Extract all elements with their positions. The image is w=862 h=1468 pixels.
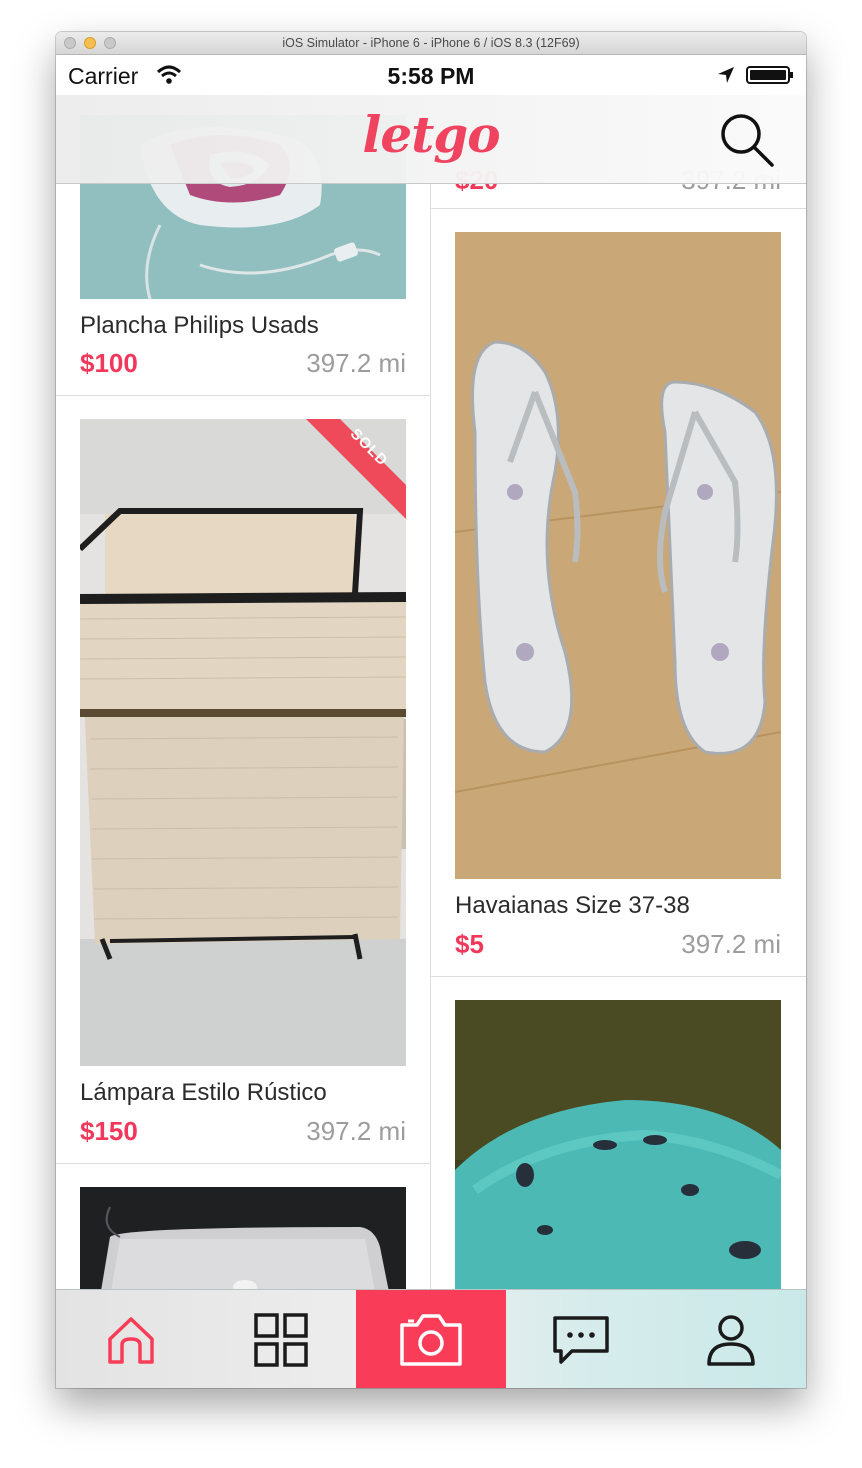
listing-title: Plancha Philips Usads [80, 312, 319, 339]
listing-title: Lámpara Estilo Rústico [80, 1079, 327, 1106]
person-icon [707, 1314, 755, 1366]
listing-photo-laptop[interactable] [80, 1187, 406, 1297]
row-separator [431, 976, 806, 977]
listing-price: $100 [80, 348, 138, 378]
listing-photo-helmet[interactable] [455, 1000, 781, 1300]
product-feed[interactable]: Plancha Philips Usads $100 397.2 mi SOLD… [56, 55, 806, 1388]
window-controls [64, 37, 116, 49]
window-title: iOS Simulator - iPhone 6 - iPhone 6 / iO… [282, 36, 580, 50]
chat-bubble-icon [553, 1315, 609, 1364]
listing-photo-lamp[interactable]: SOLD [80, 419, 406, 1066]
listing-price: $150 [80, 1116, 138, 1146]
tab-profile[interactable] [656, 1290, 806, 1388]
letgo-logo: letgo [362, 105, 500, 164]
zoom-window-button[interactable] [104, 37, 116, 49]
tab-bar [56, 1289, 806, 1388]
listing-distance: 397.2 mi [306, 348, 406, 378]
listing-distance: 397.2 mi [681, 929, 781, 959]
column-divider [430, 183, 431, 1293]
simulator-window: iOS Simulator - iPhone 6 - iPhone 6 / iO… [56, 32, 806, 1388]
tab-sell[interactable] [356, 1290, 506, 1388]
minimize-window-button[interactable] [84, 37, 96, 49]
status-time: 5:58 PM [387, 63, 475, 89]
row-separator [56, 395, 430, 396]
battery-icon [746, 66, 793, 84]
listing-distance: 397.2 mi [306, 1116, 406, 1146]
listing-price: $5 [455, 929, 484, 959]
row-separator [431, 208, 806, 209]
navigation-bar: letgo [56, 95, 806, 184]
row-separator [56, 1163, 430, 1164]
tab-chats[interactable] [506, 1290, 656, 1388]
tab-categories[interactable] [206, 1290, 356, 1388]
listing-photo-havaianas[interactable] [455, 232, 781, 879]
tab-home[interactable] [56, 1290, 206, 1388]
home-icon [108, 1316, 154, 1364]
close-window-button[interactable] [64, 37, 76, 49]
status-bar: Carrier 5:58 PM [56, 55, 806, 95]
search-icon[interactable] [718, 111, 774, 167]
listing-title: Havaianas Size 37-38 [455, 892, 690, 919]
location-arrow-icon [718, 67, 734, 83]
grid-icon [254, 1312, 308, 1367]
phone-screen: Plancha Philips Usads $100 397.2 mi SOLD… [56, 55, 806, 1388]
window-titlebar: iOS Simulator - iPhone 6 - iPhone 6 / iO… [56, 32, 806, 55]
camera-icon [400, 1313, 462, 1366]
